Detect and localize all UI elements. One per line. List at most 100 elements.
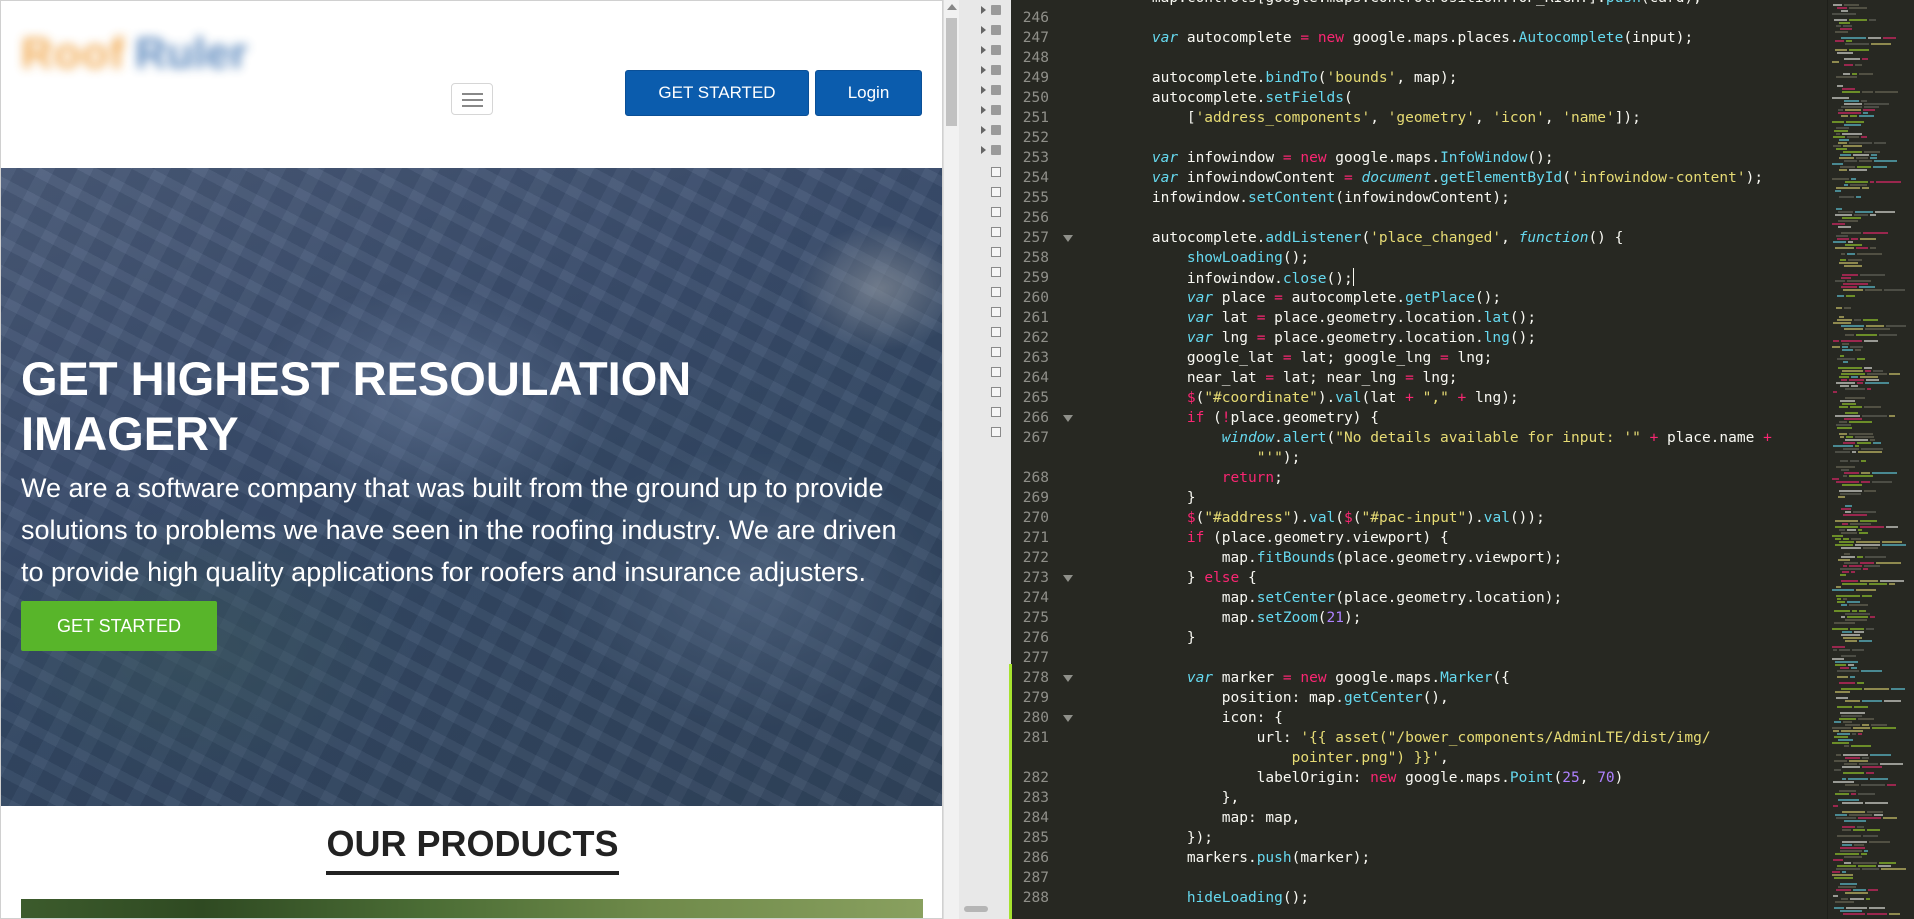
- code-line[interactable]: if (place.geometry.viewport) {: [1117, 528, 1449, 548]
- code-line[interactable]: showLoading();: [1117, 248, 1309, 268]
- code-line[interactable]: autocomplete.bindTo('bounds', map);: [1117, 68, 1458, 88]
- line-number: 280: [1022, 710, 1049, 726]
- site-logo[interactable]: Roof Ruler: [5, 7, 275, 107]
- line-number: 277: [1022, 650, 1049, 666]
- code-line[interactable]: ['address_components', 'geometry', 'icon…: [1117, 108, 1641, 128]
- hero-section: GET HIGHEST RESOULATION IMAGERY We are a…: [1, 168, 942, 806]
- code-line[interactable]: map.setCenter(place.geometry.location);: [1117, 588, 1563, 608]
- code-line[interactable]: var marker = new google.maps.Marker({: [1117, 668, 1510, 688]
- product-image: [21, 899, 923, 918]
- line-number: 262: [1022, 330, 1049, 346]
- code-line[interactable]: map.setZoom(21);: [1117, 608, 1362, 628]
- code-line[interactable]: url: '{{ asset("/bower_components/AdminL…: [1117, 728, 1711, 768]
- hero-title: GET HIGHEST RESOULATION IMAGERY: [21, 352, 692, 460]
- line-number: 252: [1022, 130, 1049, 146]
- folder-expand-icon[interactable]: [981, 86, 986, 94]
- code-line[interactable]: google_lat = lat; google_lng = lng;: [1117, 348, 1493, 368]
- line-number: 266: [1022, 410, 1049, 426]
- code-line[interactable]: }: [1117, 488, 1196, 508]
- line-number: 285: [1022, 830, 1049, 846]
- folder-expand-icon[interactable]: [981, 6, 986, 14]
- code-line[interactable]: var infowindow = new google.maps.InfoWin…: [1117, 148, 1554, 168]
- code-line[interactable]: map: map,: [1117, 808, 1301, 828]
- git-modified-bar: [1009, 664, 1012, 919]
- line-number: 282: [1022, 770, 1049, 786]
- hero-content: GET HIGHEST RESOULATION IMAGERY We are a…: [21, 351, 921, 651]
- folder-expand-icon[interactable]: [981, 26, 986, 34]
- code-line[interactable]: }: [1117, 628, 1196, 648]
- fold-arrow-icon[interactable]: [1063, 575, 1073, 582]
- folder-expand-icon[interactable]: [981, 146, 986, 154]
- code-line[interactable]: },: [1117, 788, 1239, 808]
- line-number: 270: [1022, 510, 1049, 526]
- fold-arrow-icon[interactable]: [1063, 415, 1073, 422]
- site-header: Roof Ruler GET STARTED Login: [1, 1, 942, 168]
- line-number: 283: [1022, 790, 1049, 806]
- code-line[interactable]: var autocomplete = new google.maps.place…: [1117, 28, 1693, 48]
- code-line[interactable]: infowindow.close();: [1117, 268, 1354, 289]
- header-login-button[interactable]: Login: [815, 70, 922, 116]
- code-line[interactable]: if (!place.geometry) {: [1117, 408, 1379, 428]
- code-line[interactable]: position: map.getCenter(),: [1117, 688, 1449, 708]
- code-line[interactable]: labelOrigin: new google.maps.Point(25, 7…: [1117, 768, 1624, 788]
- folder-expand-icon[interactable]: [981, 66, 986, 74]
- line-number-gutter: 246 247 248 249 250 251 252 253 254 255 256 257 258 2…: [1009, 0, 1079, 919]
- fold-arrow-icon[interactable]: [1063, 675, 1073, 682]
- hero-get-started-button[interactable]: GET STARTED: [21, 601, 217, 651]
- line-number: 264: [1022, 370, 1049, 386]
- code-line[interactable]: infowindow.setContent(infowindowContent)…: [1117, 188, 1510, 208]
- line-number: 257: [1022, 230, 1049, 246]
- scroll-up-arrow-icon[interactable]: [947, 4, 957, 10]
- fold-arrow-icon[interactable]: [1063, 235, 1073, 242]
- products-heading-text: OUR PRODUCTS: [326, 823, 619, 875]
- line-number: 279: [1022, 690, 1049, 706]
- folder-expand-icon[interactable]: [981, 126, 986, 134]
- line-number: 255: [1022, 190, 1049, 206]
- line-number: 258: [1022, 250, 1049, 266]
- code-line[interactable]: $("#address").val($("#pac-input").val())…: [1117, 508, 1545, 528]
- code-line[interactable]: } else {: [1117, 568, 1257, 588]
- line-number: 286: [1022, 850, 1049, 866]
- code-line[interactable]: $("#coordinate").val(lat + "," + lng);: [1117, 388, 1519, 408]
- folder-expand-icon[interactable]: [981, 106, 986, 114]
- line-number: 267: [1022, 430, 1049, 446]
- code-line[interactable]: return;: [1117, 468, 1283, 488]
- line-number: 287: [1022, 870, 1049, 886]
- code-line[interactable]: autocomplete.addListener('place_changed'…: [1117, 228, 1623, 248]
- code-line[interactable]: map.fitBounds(place.geometry.viewport);: [1117, 548, 1563, 568]
- logo-text-ruler: Ruler: [135, 29, 248, 78]
- scrollbar-thumb[interactable]: [946, 18, 957, 126]
- code-line[interactable]: });: [1117, 828, 1213, 848]
- code-line[interactable]: near_lat = lat; near_lng = lng;: [1117, 368, 1458, 388]
- header-get-started-button[interactable]: GET STARTED: [625, 70, 809, 116]
- code-line[interactable]: window.alert("No details available for i…: [1117, 428, 1772, 468]
- line-number: 260: [1022, 290, 1049, 306]
- code-line[interactable]: var infowindowContent = document.getElem…: [1117, 168, 1763, 188]
- line-number: 278: [1022, 670, 1049, 686]
- line-number: 276: [1022, 630, 1049, 646]
- code-line[interactable]: hideLoading();: [1117, 888, 1309, 908]
- hero-description: We are a software company that was built…: [21, 473, 897, 587]
- line-number: 248: [1022, 50, 1049, 66]
- line-number: 253: [1022, 150, 1049, 166]
- line-number: 261: [1022, 310, 1049, 326]
- code-line[interactable]: var lat = place.geometry.location.lat();: [1117, 308, 1536, 328]
- fold-arrow-icon[interactable]: [1063, 715, 1073, 722]
- line-number: 250: [1022, 90, 1049, 106]
- browser-scrollbar[interactable]: [943, 0, 959, 919]
- folder-expand-icon[interactable]: [981, 46, 986, 54]
- code-line[interactable]: markers.push(marker);: [1117, 848, 1370, 868]
- code-line[interactable]: var lng = place.geometry.location.lng();: [1117, 328, 1536, 348]
- line-number: 268: [1022, 470, 1049, 486]
- code-line[interactable]: icon: {: [1117, 708, 1283, 728]
- code-area[interactable]: map.controls[google.maps.ControlPosition…: [1079, 0, 1789, 919]
- code-line[interactable]: var place = autocomplete.getPlace();: [1117, 288, 1501, 308]
- menu-toggle-hamburger-icon[interactable]: [451, 83, 493, 115]
- code-line[interactable]: autocomplete.setFields(: [1117, 88, 1353, 108]
- code-minimap[interactable]: [1827, 0, 1914, 919]
- line-number: 263: [1022, 350, 1049, 366]
- line-number: 265: [1022, 390, 1049, 406]
- sidebar-horizontal-scrollbar[interactable]: [964, 906, 988, 912]
- code-line[interactable]: map.controls[google.maps.ControlPosition…: [1117, 0, 1702, 8]
- line-number: 271: [1022, 530, 1049, 546]
